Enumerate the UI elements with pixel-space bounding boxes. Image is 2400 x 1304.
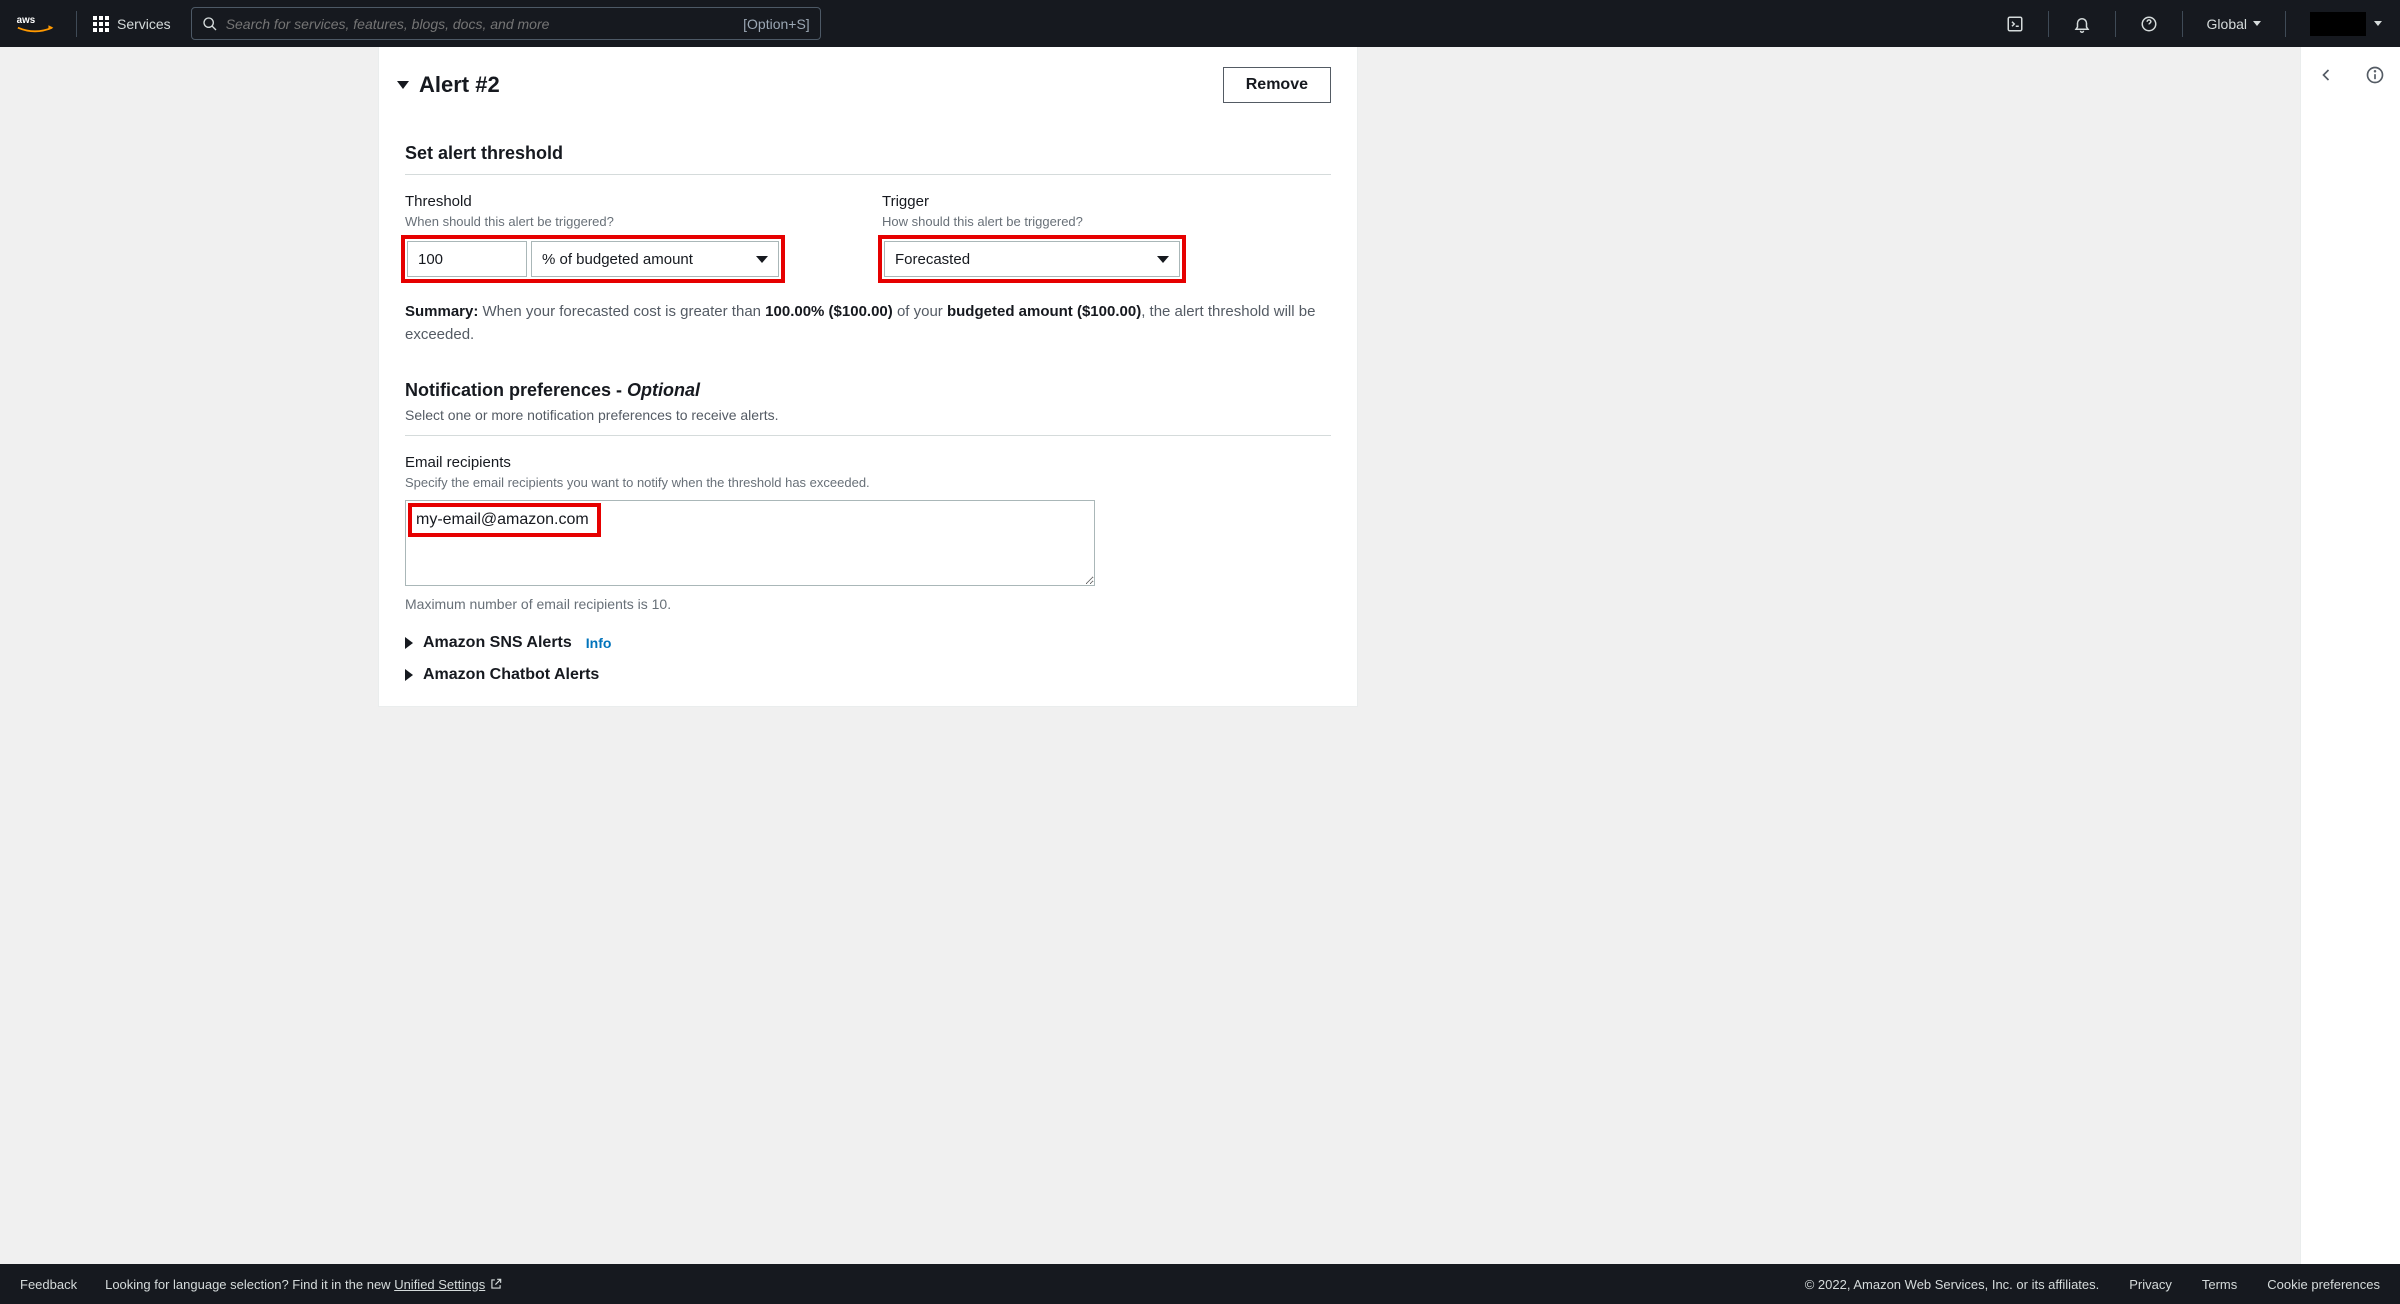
threshold-value: 100 bbox=[418, 251, 443, 268]
search-input[interactable] bbox=[226, 16, 735, 32]
search-box[interactable]: [Option+S] bbox=[191, 7, 821, 40]
chevron-right-icon bbox=[405, 637, 413, 649]
services-menu[interactable]: Services bbox=[87, 16, 177, 32]
svg-text:aws: aws bbox=[17, 14, 36, 25]
trigger-value: Forecasted bbox=[895, 251, 970, 268]
copyright: © 2022, Amazon Web Services, Inc. or its… bbox=[1805, 1277, 2100, 1292]
notif-heading: Notification preferences - Optional bbox=[405, 380, 1331, 401]
threshold-unit-value: % of budgeted amount bbox=[542, 251, 693, 268]
summary-text: of your bbox=[893, 303, 947, 320]
top-nav: aws Services [Option+S] Global bbox=[0, 0, 2400, 47]
divider bbox=[405, 435, 1331, 436]
divider bbox=[2115, 11, 2116, 37]
summary-pct: 100.00% ($100.00) bbox=[765, 303, 893, 320]
right-rail bbox=[2300, 47, 2400, 1264]
region-label: Global bbox=[2207, 16, 2247, 32]
chevron-down-icon bbox=[2253, 21, 2261, 26]
chevron-down-icon bbox=[756, 256, 768, 263]
search-kbd-hint: [Option+S] bbox=[743, 16, 810, 32]
threshold-summary: Summary: When your forecasted cost is gr… bbox=[405, 301, 1331, 346]
info-icon[interactable] bbox=[2365, 65, 2385, 90]
unified-settings-link[interactable]: Unified Settings bbox=[394, 1277, 503, 1292]
left-gutter bbox=[0, 47, 378, 1264]
email-recipients-input[interactable] bbox=[405, 500, 1095, 586]
help-icon[interactable] bbox=[2126, 0, 2172, 47]
divider bbox=[405, 174, 1331, 175]
collapse-toggle-icon[interactable] bbox=[397, 81, 409, 89]
terms-link[interactable]: Terms bbox=[2202, 1277, 2237, 1292]
lang-prompt-text: Looking for language selection? Find it … bbox=[105, 1277, 394, 1292]
summary-budget: budgeted amount ($100.00) bbox=[947, 303, 1141, 320]
threshold-help: When should this alert be triggered? bbox=[405, 214, 854, 229]
services-label: Services bbox=[117, 16, 171, 32]
notif-subheading: Select one or more notification preferen… bbox=[405, 407, 1331, 423]
alert-panel: Alert #2 Remove Set alert threshold Thre… bbox=[378, 47, 1358, 707]
notifications-icon[interactable] bbox=[2059, 0, 2105, 47]
feedback-link[interactable]: Feedback bbox=[20, 1277, 77, 1292]
threshold-label: Threshold bbox=[405, 193, 854, 210]
trigger-help: How should this alert be triggered? bbox=[882, 214, 1331, 229]
divider bbox=[2182, 11, 2183, 37]
external-link-icon bbox=[489, 1277, 503, 1291]
aws-logo[interactable]: aws bbox=[12, 13, 66, 35]
trigger-select[interactable]: Forecasted bbox=[884, 241, 1180, 277]
cookie-preferences-link[interactable]: Cookie preferences bbox=[2267, 1277, 2380, 1292]
chevron-down-icon bbox=[1157, 256, 1169, 263]
collapse-rail-icon[interactable] bbox=[2316, 65, 2336, 90]
threshold-input[interactable]: 100 bbox=[407, 241, 527, 277]
email-help: Specify the email recipients you want to… bbox=[405, 475, 1331, 490]
email-label: Email recipients bbox=[405, 454, 1331, 471]
threshold-unit-select[interactable]: % of budgeted amount bbox=[531, 241, 779, 277]
notif-heading-optional: Optional bbox=[627, 380, 700, 400]
sns-alerts-toggle[interactable]: Amazon SNS Alerts Info bbox=[405, 634, 1331, 652]
search-icon bbox=[202, 16, 218, 32]
sns-label: Amazon SNS Alerts bbox=[423, 634, 572, 652]
unified-settings-label: Unified Settings bbox=[394, 1277, 485, 1292]
grid-icon bbox=[93, 16, 109, 32]
chevron-right-icon bbox=[405, 669, 413, 681]
sns-info-link[interactable]: Info bbox=[586, 635, 612, 651]
threshold-heading: Set alert threshold bbox=[405, 143, 1331, 164]
divider bbox=[2285, 11, 2286, 37]
divider bbox=[76, 11, 77, 37]
divider bbox=[2048, 11, 2049, 37]
lang-prompt: Looking for language selection? Find it … bbox=[105, 1277, 503, 1292]
region-selector[interactable]: Global bbox=[2193, 16, 2275, 32]
trigger-label: Trigger bbox=[882, 193, 1331, 210]
cloudshell-icon[interactable] bbox=[1992, 0, 2038, 47]
footer: Feedback Looking for language selection?… bbox=[0, 1264, 2400, 1304]
summary-prefix: Summary: bbox=[405, 303, 478, 320]
panel-title: Alert #2 bbox=[419, 72, 500, 98]
privacy-link[interactable]: Privacy bbox=[2129, 1277, 2172, 1292]
email-hint: Maximum number of email recipients is 10… bbox=[405, 596, 1331, 612]
notif-heading-text: Notification preferences - bbox=[405, 380, 627, 400]
remove-button[interactable]: Remove bbox=[1223, 67, 1331, 103]
chatbot-alerts-toggle[interactable]: Amazon Chatbot Alerts bbox=[405, 666, 1331, 684]
account-redacted[interactable] bbox=[2310, 12, 2366, 36]
chatbot-label: Amazon Chatbot Alerts bbox=[423, 666, 599, 684]
summary-text: When your forecasted cost is greater tha… bbox=[478, 303, 765, 320]
chevron-down-icon bbox=[2374, 21, 2382, 26]
